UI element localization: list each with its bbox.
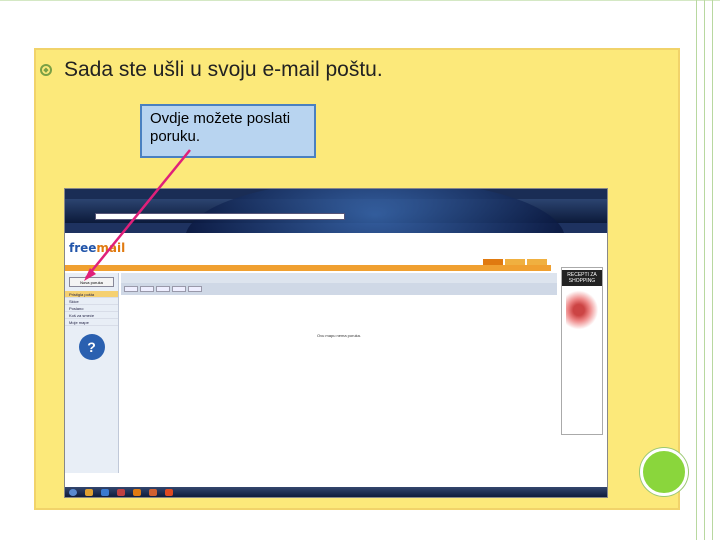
accent-circle <box>640 448 688 496</box>
windows-taskbar <box>65 487 607 497</box>
logo-accent: mail <box>96 241 126 255</box>
right-decor-lines <box>690 0 720 540</box>
folder-drafts: Skice <box>65 298 118 305</box>
help-icon: ? <box>78 334 105 360</box>
ad-image <box>566 290 598 330</box>
callout-box: Ovdje možete poslati poruku. <box>140 104 316 158</box>
right-ad-banner: RECEPTI ZA SHOPPING <box>561 267 603 435</box>
left-sidebar: Nova poruka Pristigla pošta Skice Poslan… <box>65 273 119 473</box>
folder-inbox: Pristigla pošta <box>65 291 118 298</box>
folder-sent: Poslano <box>65 305 118 312</box>
bullet-row: ◆ Sada ste ušli u svoju e-mail poštu. <box>40 58 383 82</box>
folder-trash: Koš za smeće <box>65 312 118 319</box>
embedded-screenshot: freemail Nova poruka Pristigla pošta Ski… <box>64 188 608 498</box>
empty-folder-text: Ovu mapu nema poruka. <box>316 333 362 338</box>
top-decor-line <box>0 0 720 1</box>
mail-header <box>121 273 557 283</box>
bullet-text: Sada ste ušli u svoju e-mail poštu. <box>64 58 383 81</box>
nav-bar <box>65 265 551 271</box>
ad-title: RECEPTI ZA SHOPPING <box>562 270 602 286</box>
url-bar <box>95 213 345 220</box>
compose-button: Nova poruka <box>69 277 114 287</box>
webmail-page: freemail Nova poruka Pristigla pošta Ski… <box>65 233 607 487</box>
folder-custom: Moje mape <box>65 319 118 326</box>
browser-toolbar <box>65 189 607 299</box>
mail-list-area: Ovu mapu nema poruka. <box>121 273 557 473</box>
mail-toolbar <box>121 283 557 295</box>
bullet-icon: ◆ <box>40 64 52 76</box>
freemail-logo: freemail <box>69 241 125 255</box>
logo-main: free <box>69 241 97 255</box>
